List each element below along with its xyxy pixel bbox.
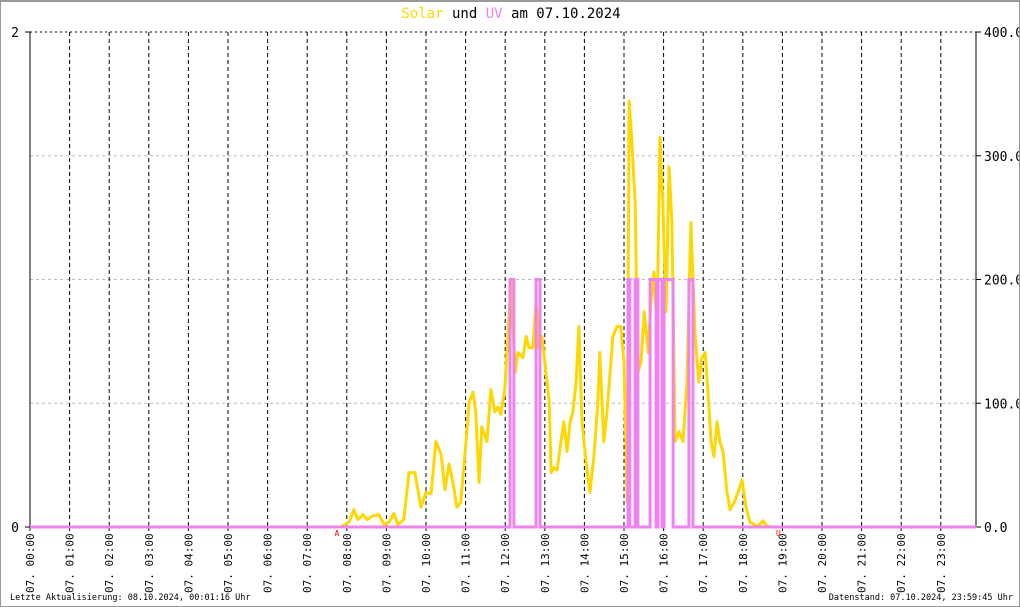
x-tick-label: 07. 12:00 — [499, 533, 512, 593]
x-tick-label: 07. 08:00 — [341, 533, 354, 593]
x-tick-label: 07. 23:00 — [935, 533, 948, 593]
x-tick-label: 07. 03:00 — [143, 533, 156, 593]
x-tick-label: 07. 15:00 — [618, 533, 631, 593]
x-tick-label: 07. 00:00 — [24, 533, 37, 593]
y-right-tick-label: 400.0 — [984, 26, 1020, 41]
x-tick-label: 07. 20:00 — [816, 533, 829, 593]
x-tick-label: 07. 09:00 — [380, 533, 393, 593]
x-tick-label: 07. 07:00 — [301, 533, 314, 593]
x-tick-label: 07. 06:00 — [262, 533, 275, 593]
x-tick-label: 07. 04:00 — [182, 533, 195, 593]
chart-frame: Solar und UV am 07.10.2024 07. 00:00 07. … — [0, 0, 1020, 607]
y-right-tick-label: 300.0 — [984, 150, 1020, 165]
x-tick-label: 07. 14:00 — [578, 533, 591, 593]
y-right-tick-label: 0.0 — [984, 521, 1007, 536]
solar-line — [30, 99, 977, 529]
x-tick-label: 07. 11:00 — [460, 533, 473, 593]
y-left-tick-label: 2 — [11, 26, 19, 41]
x-tick-label: 07. 19:00 — [776, 533, 789, 593]
marker-u: U — [776, 529, 781, 538]
y-right-tick-label: 100.0 — [984, 397, 1020, 412]
x-tick-label: 07. 17:00 — [697, 533, 710, 593]
x-tick-label: 07. 21:00 — [856, 533, 869, 593]
footer-last-update: Letzte Aktualisierung: 08.10.2024, 00:01… — [10, 593, 251, 603]
footer-data-status: Datenstand: 07.10.2024, 23:59:45 Uhr — [828, 593, 1013, 603]
y-left-tick-label: 0 — [11, 521, 19, 536]
x-tick-label: 07. 10:00 — [420, 533, 433, 593]
chart-svg: 07. 00:00 07. 01:00 07. 02:00 07. 03:00 07. … — [11, 26, 1020, 593]
x-tick-label: 07. 18:00 — [737, 533, 750, 593]
x-tick-label: 07. 05:00 — [222, 533, 235, 593]
x-tick-label: 07. 16:00 — [658, 533, 671, 593]
x-tick-label: 07. 13:00 — [539, 533, 552, 593]
x-tick-label: 07. 22:00 — [895, 533, 908, 593]
x-tick-label: 07. 02:00 — [103, 533, 116, 593]
x-tick-label: 07. 01:00 — [64, 533, 77, 593]
marker-a: A — [334, 529, 339, 538]
y-right-tick-label: 200.0 — [984, 274, 1020, 289]
